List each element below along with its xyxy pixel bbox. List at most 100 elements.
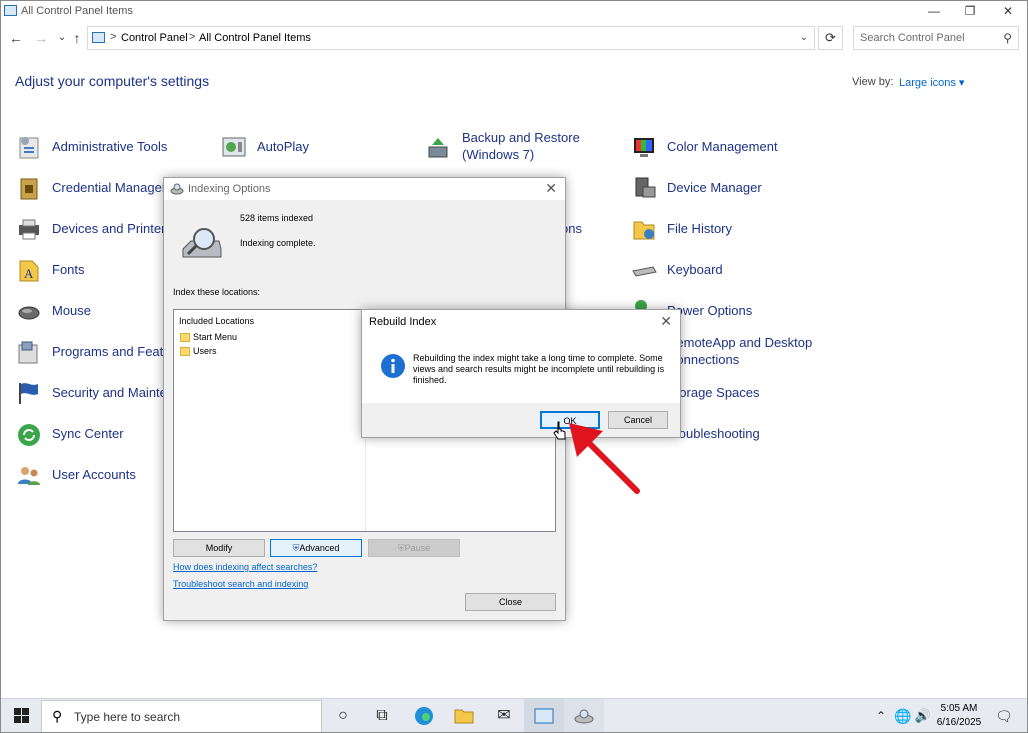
item-label: Backup and Restore (Windows 7): [462, 129, 580, 163]
item-mouse[interactable]: Mouse: [16, 296, 166, 330]
item-file-history[interactable]: File History: [631, 214, 811, 248]
folder-icon: [180, 347, 190, 357]
item-devices-and-printers[interactable]: Devices and Printers: [16, 214, 172, 248]
address-bar[interactable]: > Control Panel > All Control Panel Item…: [87, 26, 815, 50]
clock[interactable]: 5:05 AM 6/16/2025: [929, 702, 989, 730]
shield-icon: ⛨: [397, 543, 405, 553]
taskbar-search-input[interactable]: Type here to search: [74, 710, 180, 724]
modify-button[interactable]: Modify: [173, 539, 265, 557]
page-title: Adjust your computer's settings: [15, 73, 210, 89]
item-label: Color Management: [667, 139, 778, 154]
folder-icon: [180, 333, 190, 343]
troubleshoot-link[interactable]: Troubleshoot search and indexing: [173, 579, 308, 589]
list-item-start-menu[interactable]: Start Menu: [180, 332, 238, 343]
mail-icon[interactable]: ✉: [484, 699, 524, 732]
breadcrumb-all-items[interactable]: All Control Panel Items: [199, 32, 311, 44]
dialog-title: Rebuild Index: [369, 316, 437, 328]
view-by-label: View by:: [852, 76, 894, 88]
cortana-icon[interactable]: ○: [323, 699, 363, 732]
list-item-label: Start Menu: [193, 332, 238, 342]
search-input[interactable]: Search Control Panel: [860, 32, 965, 44]
device-manager-icon: [635, 177, 656, 198]
title-bar: All Control Panel Items — ❐ ✕: [1, 1, 1027, 23]
item-user-accounts[interactable]: User Accounts: [16, 460, 166, 494]
item-sync-center[interactable]: Sync Center: [16, 419, 166, 453]
breadcrumb-control-panel[interactable]: Control Panel: [121, 32, 188, 44]
close-icon[interactable]: ✕: [545, 180, 557, 197]
close-dialog-button[interactable]: Close: [465, 593, 556, 611]
autoplay-icon: [222, 137, 246, 157]
search-box[interactable]: Search Control Panel ⚲: [853, 26, 1019, 50]
users-icon: [18, 467, 40, 485]
close-button[interactable]: ✕: [989, 1, 1027, 23]
advanced-button[interactable]: ⛨Advanced: [270, 539, 362, 557]
refresh-button[interactable]: ⟳: [818, 26, 843, 50]
item-color-management[interactable]: Color Management: [631, 132, 811, 166]
close-icon[interactable]: ✕: [660, 313, 672, 330]
item-label-line1: RemoteApp and Desktop: [667, 335, 813, 350]
item-device-manager[interactable]: Device Manager: [631, 173, 811, 207]
network-icon[interactable]: 🌐: [891, 699, 915, 732]
item-label: Devices and Printers: [52, 221, 172, 236]
search-icon: ⚲: [1003, 31, 1012, 45]
dialog-title: Indexing Options: [188, 183, 271, 195]
breadcrumb-separator: >: [189, 31, 196, 43]
item-administrative-tools[interactable]: Administrative Tools: [16, 132, 168, 166]
mouse-icon: [18, 306, 40, 320]
windows-start-icon[interactable]: [1, 699, 41, 732]
file-explorer-icon[interactable]: [444, 699, 484, 732]
item-label: Sync Center: [52, 426, 124, 441]
indexing-icon: [170, 183, 184, 195]
forward-button[interactable]: →: [32, 28, 50, 48]
view-by-dropdown[interactable]: Large icons ▾: [899, 76, 964, 89]
control-panel-icon: [92, 32, 105, 43]
task-view-icon[interactable]: ⧉: [362, 699, 402, 732]
info-icon: [381, 354, 405, 378]
item-autoplay[interactable]: AutoPlay: [221, 132, 371, 166]
item-label: Fonts: [52, 262, 85, 277]
printer-icon: [19, 219, 39, 240]
help-link-indexing[interactable]: How does indexing affect searches?: [173, 562, 317, 572]
item-programs-and-features[interactable]: Programs and Features: [16, 337, 189, 371]
pause-button-label: Pause: [404, 543, 431, 553]
window-title: All Control Panel Items: [21, 5, 133, 17]
item-fonts[interactable]: A Fonts: [16, 255, 166, 289]
red-arrow-annotation: [569, 423, 640, 494]
item-label-line1: Backup and Restore: [462, 130, 580, 145]
pause-button[interactable]: ⛨Pause: [368, 539, 460, 557]
item-label: File History: [667, 221, 733, 236]
item-label: Device Manager: [667, 180, 762, 195]
svg-text:A: A: [24, 266, 34, 281]
color-management-icon: [634, 138, 654, 157]
items-indexed-count: 528 items indexed: [240, 213, 314, 223]
item-keyboard[interactable]: Keyboard: [631, 255, 811, 289]
sync-icon: [18, 424, 40, 446]
clock-time: 5:05 AM: [940, 703, 978, 714]
up-button[interactable]: ↑: [68, 28, 86, 48]
item-backup-and-restore[interactable]: Backup and Restore (Windows 7): [426, 129, 606, 169]
control-panel-taskbar-icon[interactable]: [524, 699, 564, 732]
item-security-and-maintenance[interactable]: Security and Maintenance: [16, 378, 202, 412]
flag-icon: [19, 383, 38, 404]
indexing-taskbar-icon[interactable]: [564, 699, 604, 732]
back-button[interactable]: ←: [7, 28, 25, 48]
chevron-down-icon[interactable]: ⌄: [800, 32, 808, 43]
dialog-title-bar: Indexing Options ✕: [164, 178, 565, 200]
edge-icon[interactable]: [404, 699, 444, 732]
list-header: Included Locations: [179, 316, 255, 326]
fonts-icon: A: [19, 260, 39, 282]
control-panel-icon: [4, 5, 17, 16]
navigation-bar: ← → ⌄ ↑ > Control Panel > All Control Pa…: [1, 25, 1027, 51]
restore-button[interactable]: ❐: [951, 1, 989, 23]
search-icon: ⚲: [52, 708, 63, 724]
item-label: Credential Manager: [52, 180, 167, 195]
item-credential-manager[interactable]: Credential Manager: [16, 173, 166, 207]
item-label: User Accounts: [52, 467, 136, 482]
taskbar-search[interactable]: ⚲ Type here to search: [41, 700, 322, 732]
chevron-up-icon[interactable]: ⌃: [869, 699, 893, 732]
notification-icon[interactable]: 🗨: [989, 699, 1019, 732]
list-item-users[interactable]: Users: [180, 346, 217, 357]
item-label: Mouse: [52, 303, 92, 318]
minimize-button[interactable]: —: [915, 1, 953, 23]
item-label: Administrative Tools: [52, 139, 168, 154]
